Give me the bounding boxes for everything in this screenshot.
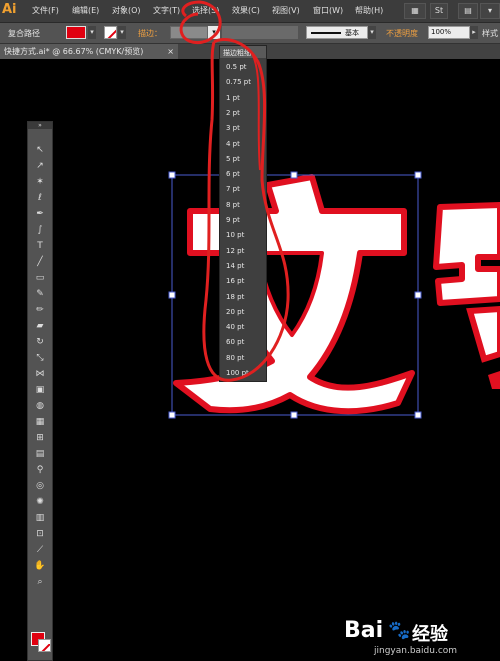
watermark-brand: Bai — [344, 618, 384, 643]
paw-icon: 🐾 — [388, 620, 411, 641]
baidu-watermark: Bai 🐾 经验 jingyan.baidu.com — [344, 618, 494, 658]
watermark-brand-2: 经验 — [412, 624, 448, 645]
watermark-url: jingyan.baidu.com — [374, 646, 458, 656]
red-annotation-overlay — [179, 0, 290, 382]
